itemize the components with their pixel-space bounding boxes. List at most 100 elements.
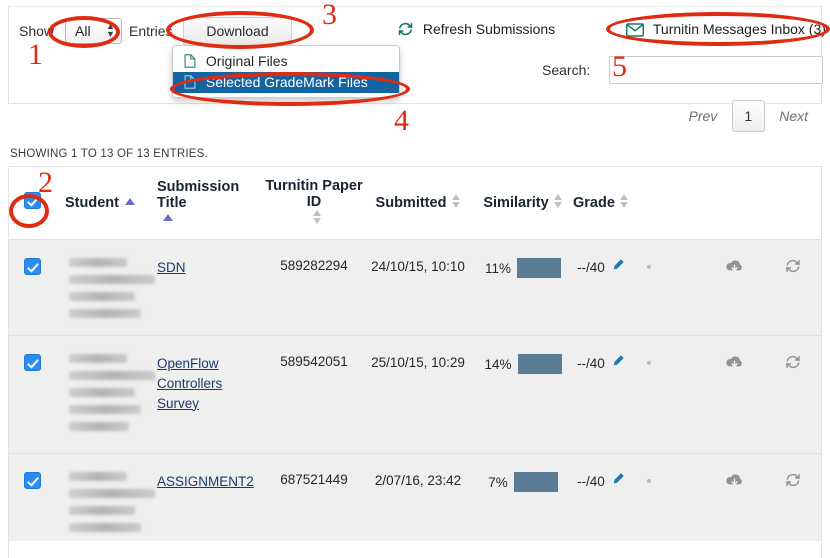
redacted-text	[69, 387, 135, 397]
showing-entries-text: SHOWING 1 TO 13 OF 13 ENTRIES.	[10, 148, 208, 160]
column-header-turnitin-paper-id-label: Turnitin Paper ID	[265, 178, 363, 211]
column-header-submitted-label: Submitted	[375, 195, 447, 212]
redacted-text	[69, 488, 155, 498]
sort-none-icon	[554, 194, 563, 209]
column-header-submission-title-label: Submission Title	[157, 178, 240, 211]
file-icon	[184, 54, 200, 71]
pagination-prev-button[interactable]: Prev	[679, 108, 728, 124]
submission-title-link[interactable]: SDN	[157, 258, 264, 278]
row-select-checkbox[interactable]	[23, 257, 41, 275]
redacted-text	[69, 404, 141, 414]
column-header-student-label: Student	[65, 194, 119, 211]
table-row: OpenFlow Controllers Survey 589542051 25/10/…	[9, 334, 821, 453]
submissions-table-body: SDN 589282294 24/10/15, 10:10 11% --/40 OpenF…	[9, 238, 821, 541]
redacted-text	[69, 291, 135, 301]
cloud-download-icon[interactable]	[725, 259, 744, 277]
status-dot-icon	[646, 360, 651, 365]
cloud-download-icon[interactable]	[725, 355, 744, 373]
redacted-text	[69, 370, 155, 380]
row-select-checkbox[interactable]	[23, 353, 41, 371]
refresh-icon[interactable]	[784, 259, 802, 277]
table-row: ASSIGNMENT2 687521449 2/07/16, 23:42 7% --/4…	[9, 452, 821, 541]
download-submission-action[interactable]	[703, 452, 765, 541]
turnitin-paper-id-cell: 589282294	[265, 238, 363, 335]
grade-cell: --/40	[573, 238, 703, 335]
similarity-bar[interactable]	[517, 353, 562, 374]
annotation-ellipse-3	[166, 11, 314, 49]
refresh-submissions-link[interactable]: Refresh Submissions	[397, 21, 555, 40]
similarity-cell: 7%	[473, 452, 573, 541]
redacted-text	[69, 257, 127, 267]
pagination: Prev 1 Next	[679, 100, 819, 134]
annotation-ellipse-4	[170, 72, 410, 106]
pencil-icon[interactable]	[611, 258, 625, 275]
submitted-date-cell: 25/10/15, 10:29	[363, 334, 473, 453]
submitted-date-cell: 2/07/16, 23:42	[363, 452, 473, 541]
sort-none-icon	[620, 194, 629, 209]
pencil-icon[interactable]	[611, 354, 625, 371]
submission-title-link[interactable]: OpenFlow	[157, 354, 264, 374]
table-header-row: Student Submission Title Turnitin Paper …	[9, 167, 821, 239]
status-dot-icon	[646, 478, 651, 483]
submission-title-cell: OpenFlow Controllers Survey	[147, 334, 265, 453]
refresh-submission-action[interactable]	[765, 452, 821, 541]
turnitin-paper-id-cell: 589542051	[265, 334, 363, 453]
refresh-submissions-label: Refresh Submissions	[422, 21, 556, 37]
sort-asc-icon	[163, 213, 173, 221]
submitted-date-cell: 24/10/15, 10:10	[363, 238, 473, 335]
menu-item-original-files[interactable]: Original Files	[173, 51, 399, 72]
refresh-submission-action[interactable]	[765, 334, 821, 453]
row-select-checkbox[interactable]	[23, 471, 41, 489]
search-label: Search:	[542, 62, 591, 78]
download-submission-action[interactable]	[703, 334, 765, 453]
annotation-number-5: 5	[612, 50, 627, 83]
redacted-text	[69, 421, 129, 431]
submission-title-link[interactable]: ASSIGNMENT2	[157, 472, 264, 492]
annotation-ellipse-1	[48, 16, 120, 48]
annotation-number-1: 1	[28, 38, 43, 71]
pagination-page-1-button[interactable]: 1	[731, 100, 765, 132]
similarity-cell: 14%	[473, 334, 573, 453]
similarity-cell: 11%	[473, 238, 573, 335]
redacted-text	[69, 471, 127, 481]
refresh-icon[interactable]	[784, 355, 802, 373]
similarity-bar[interactable]	[517, 257, 562, 278]
column-header-grade-label: Grade	[573, 195, 615, 212]
column-header-grade[interactable]: Grade	[573, 167, 703, 239]
column-header-submitted[interactable]: Submitted	[363, 167, 473, 239]
column-header-submission-title[interactable]: Submission Title	[147, 167, 265, 239]
redacted-text	[69, 308, 141, 318]
row-select-cell	[9, 452, 55, 541]
similarity-percent: 14%	[484, 356, 512, 372]
similarity-percent: 11%	[484, 260, 512, 276]
turnitin-submission-inbox-page: Show All ▲ ▼ Entries Download Refresh Sub…	[0, 0, 830, 558]
pagination-next-button[interactable]: Next	[769, 108, 818, 124]
cloud-download-icon[interactable]	[725, 473, 744, 491]
submission-title-cell: SDN	[147, 238, 265, 335]
column-header-similarity[interactable]: Similarity	[473, 167, 573, 239]
search-input[interactable]	[609, 56, 823, 84]
similarity-bar[interactable]	[513, 471, 558, 492]
column-header-similarity-label: Similarity	[483, 195, 549, 212]
grade-value: --/40	[577, 259, 605, 275]
submission-title-link[interactable]: Controllers	[157, 374, 264, 394]
grade-cell: --/40	[573, 334, 703, 453]
submission-title-link[interactable]: Survey	[157, 394, 264, 414]
sort-none-icon	[451, 194, 460, 209]
refresh-submission-action[interactable]	[765, 238, 821, 335]
download-submission-action[interactable]	[703, 238, 765, 335]
refresh-icon[interactable]	[784, 473, 802, 491]
annotation-number-3: 3	[322, 0, 337, 31]
sort-none-icon	[312, 210, 321, 225]
pencil-icon[interactable]	[611, 472, 625, 489]
submissions-table-panel: Student Submission Title Turnitin Paper …	[8, 166, 822, 558]
menu-item-original-files-label: Original Files	[205, 53, 288, 69]
annotation-ellipse-5	[606, 12, 830, 46]
turnitin-paper-id-cell: 687521449	[265, 452, 363, 541]
grade-value: --/40	[577, 355, 605, 371]
student-name-cell	[55, 334, 155, 453]
column-header-student[interactable]: Student	[55, 167, 147, 239]
column-header-turnitin-paper-id[interactable]: Turnitin Paper ID	[265, 167, 363, 239]
row-select-cell	[9, 238, 55, 335]
refresh-icon	[397, 22, 418, 40]
